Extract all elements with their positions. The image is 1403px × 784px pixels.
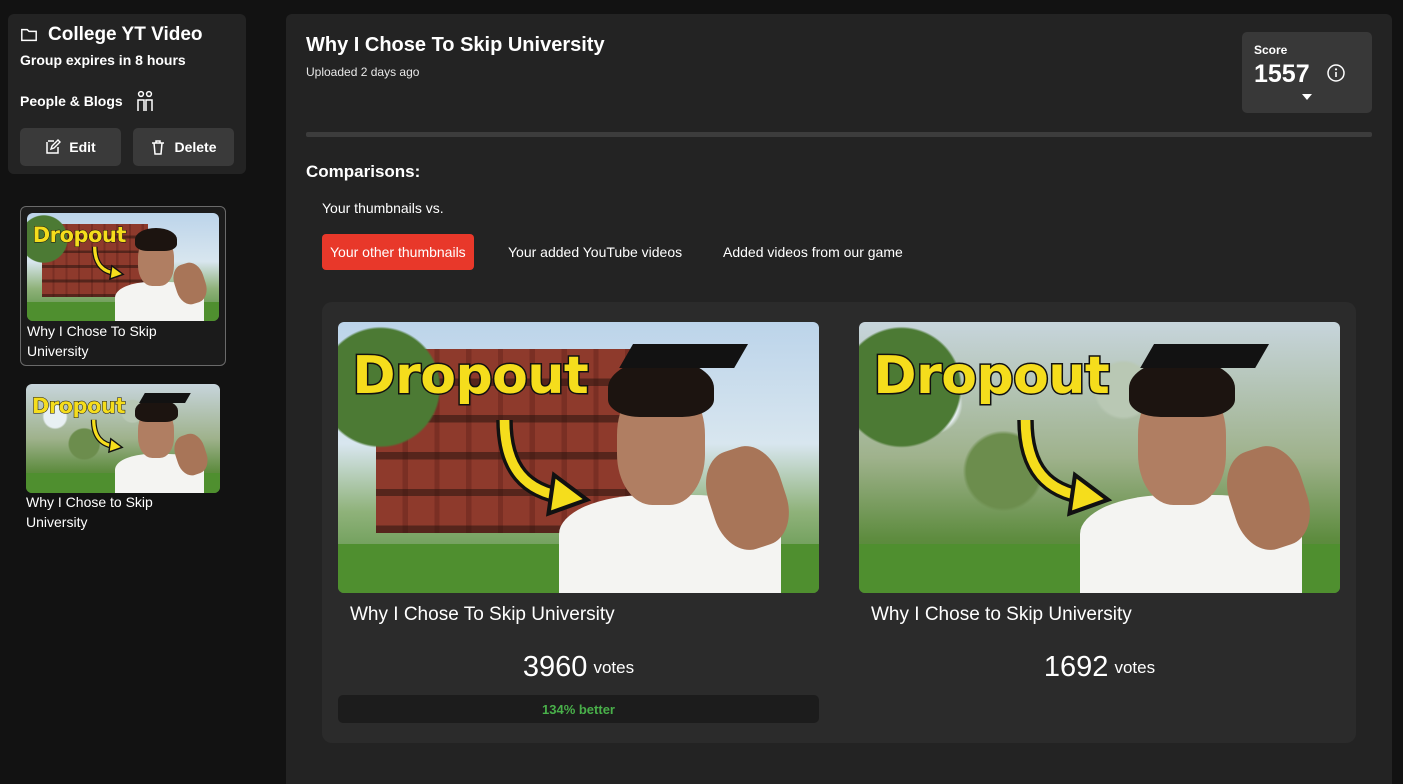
thumbnail-word: Dropout — [31, 393, 126, 418]
thumbnail-word: Dropout — [872, 345, 1111, 408]
trash-icon — [152, 140, 165, 155]
sidebar-thumbnail-label: Why I Chose to Skip University — [26, 494, 153, 530]
thumbnail-image: Dropout — [27, 213, 219, 321]
vote-label: votes — [593, 658, 635, 677]
group-title-text: College YT Video — [48, 24, 203, 45]
delete-button[interactable]: Delete — [133, 128, 234, 166]
group-title: College YT Video — [20, 24, 203, 46]
divider — [306, 132, 1372, 137]
tab-youtube-videos[interactable]: Your added YouTube videos — [500, 234, 690, 270]
score-dropdown[interactable]: Score 1557 — [1242, 32, 1372, 113]
result-thumbnail: Dropout — [338, 322, 819, 593]
better-badge: 134% better — [338, 695, 819, 723]
result-title: Why I Chose To Skip University — [350, 604, 615, 625]
comparison-results: Dropout Why I Chose To Skip University 3… — [322, 302, 1356, 743]
tab-game-videos[interactable]: Added videos from our game — [715, 234, 911, 270]
result-title: Why I Chose to Skip University — [871, 604, 1132, 625]
sidebar-thumbnail-item[interactable]: Dropout Why I Chose To Skip University — [20, 206, 226, 366]
comparisons-heading: Comparisons: — [306, 162, 421, 181]
people-icon — [136, 90, 153, 111]
chevron-down-icon — [1302, 94, 1312, 100]
main-panel: Why I Chose To Skip University Uploaded … — [286, 14, 1392, 784]
page-title: Why I Chose To Skip University — [306, 34, 605, 56]
vote-count: 3960 — [522, 651, 588, 683]
edit-button[interactable]: Edit — [20, 128, 121, 166]
info-icon[interactable] — [1326, 63, 1346, 83]
arrow-graphic — [1017, 419, 1113, 517]
group-expiry: Group expires in 8 hours — [20, 52, 186, 68]
category-label: People & Blogs — [20, 93, 123, 109]
arrow-graphic — [91, 246, 125, 281]
thumbnail-word: Dropout — [351, 345, 590, 408]
edit-icon — [46, 139, 62, 154]
sidebar: College YT Video Group expires in 8 hour… — [0, 0, 262, 784]
edit-label: Edit — [69, 139, 96, 155]
category: People & Blogs — [20, 90, 155, 112]
sidebar-thumbnail-item[interactable]: Dropout Why I Chose to Skip University — [20, 378, 226, 538]
result-votes: 3960 votes — [338, 651, 819, 684]
vote-label: votes — [1114, 658, 1156, 677]
score-label: Score — [1254, 43, 1288, 57]
delete-label: Delete — [174, 139, 217, 155]
vote-count: 1692 — [1043, 651, 1109, 683]
thumbnail-image: Dropout — [26, 384, 220, 493]
sidebar-thumbnail-label: Why I Chose To Skip University — [27, 323, 157, 359]
arrow-graphic — [90, 419, 124, 454]
arrow-graphic — [496, 419, 592, 517]
result-votes: 1692 votes — [859, 651, 1340, 684]
folder-icon — [21, 28, 37, 42]
result-thumbnail: Dropout — [859, 322, 1340, 593]
upload-time: Uploaded 2 days ago — [306, 65, 420, 79]
tab-other-thumbnails[interactable]: Your other thumbnails — [322, 234, 474, 270]
comparison-vs-label: Your thumbnails vs. — [322, 200, 444, 216]
score-value: 1557 — [1254, 60, 1310, 88]
